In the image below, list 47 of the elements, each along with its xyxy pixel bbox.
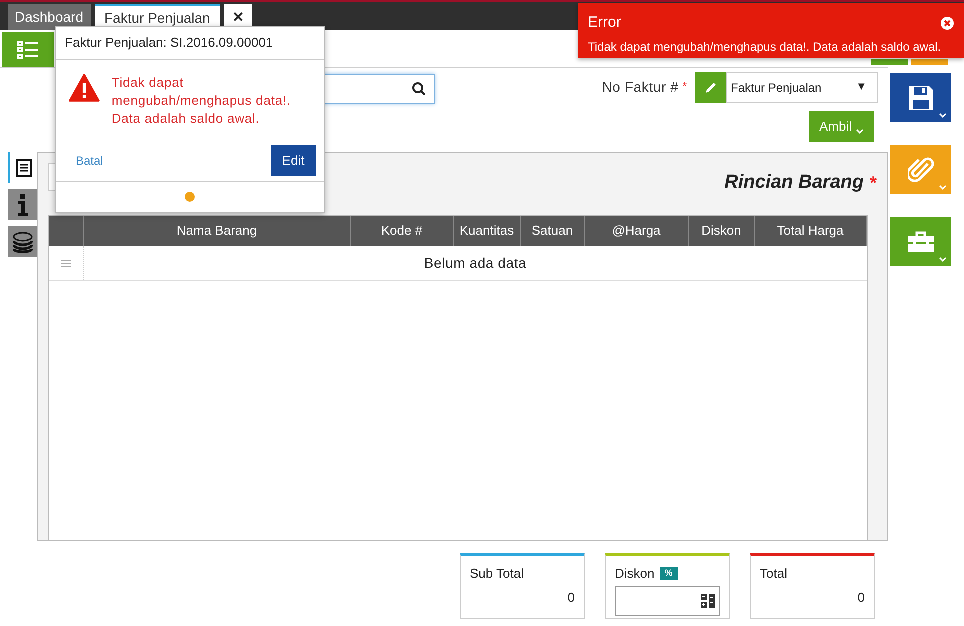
chevron-down-icon (939, 257, 947, 262)
chevron-down-icon (939, 113, 947, 118)
cancel-link[interactable]: Batal (76, 152, 104, 170)
toast-message: Tidak dapat mengubah/menghapus data!. Data adalah saldo awal. (588, 38, 942, 56)
drag-handle-icon[interactable] (61, 260, 71, 266)
required-mark: * (870, 172, 877, 195)
edit-button[interactable] (695, 72, 726, 103)
document-icon (16, 158, 32, 176)
summary-label: Diskon (615, 565, 655, 583)
summary-value: 0 (568, 588, 575, 606)
summary-label: Sub Total (470, 565, 524, 583)
info-icon (18, 194, 28, 216)
page-tab[interactable]: Dashboard (8, 4, 90, 30)
paperclip-icon (908, 156, 934, 184)
coin-stack-icon (12, 230, 32, 252)
column-header: Satuan (532, 222, 574, 240)
close-icon[interactable] (941, 16, 954, 30)
panel-title: Rincian Barang (724, 171, 864, 195)
menu-button[interactable] (2, 32, 54, 67)
empty-message: Belum ada data (424, 254, 527, 272)
discount-field[interactable] (615, 586, 720, 616)
toast-title: Error (588, 13, 622, 33)
error-message: Tidak dapat mengubah/menghapus data!. Data adalah saldo awal. (112, 74, 292, 128)
chevron-down-icon (856, 129, 864, 134)
chevron-down-icon (939, 185, 947, 190)
field-label: No Faktur # (602, 78, 679, 97)
popover-title: Faktur Penjualan: SI.2016.09.00001 (65, 34, 274, 52)
invoice-type-select[interactable]: Faktur Penjualan ▼ (726, 72, 878, 103)
column-header: Total Harga (777, 222, 844, 240)
warning-icon (69, 74, 100, 102)
percent-toggle[interactable]: % (660, 567, 678, 580)
column-header: Kode # (381, 222, 423, 240)
search-icon (412, 82, 426, 96)
tools-button[interactable] (890, 217, 951, 266)
column-header: @Harga (612, 222, 661, 240)
calculator-icon (701, 594, 715, 608)
briefcase-icon (906, 230, 934, 252)
list-icon (17, 40, 39, 58)
summary-label: Total (760, 565, 788, 583)
pencil-icon (704, 80, 718, 94)
column-header: Nama Barang (176, 222, 258, 240)
save-button[interactable] (890, 73, 951, 122)
required-mark: * (682, 80, 687, 96)
column-header: Kuantitas (460, 222, 514, 240)
column-header: Diskon (702, 222, 742, 240)
edit-button[interactable]: Edit (271, 145, 316, 176)
summary-value: 0 (858, 588, 865, 606)
